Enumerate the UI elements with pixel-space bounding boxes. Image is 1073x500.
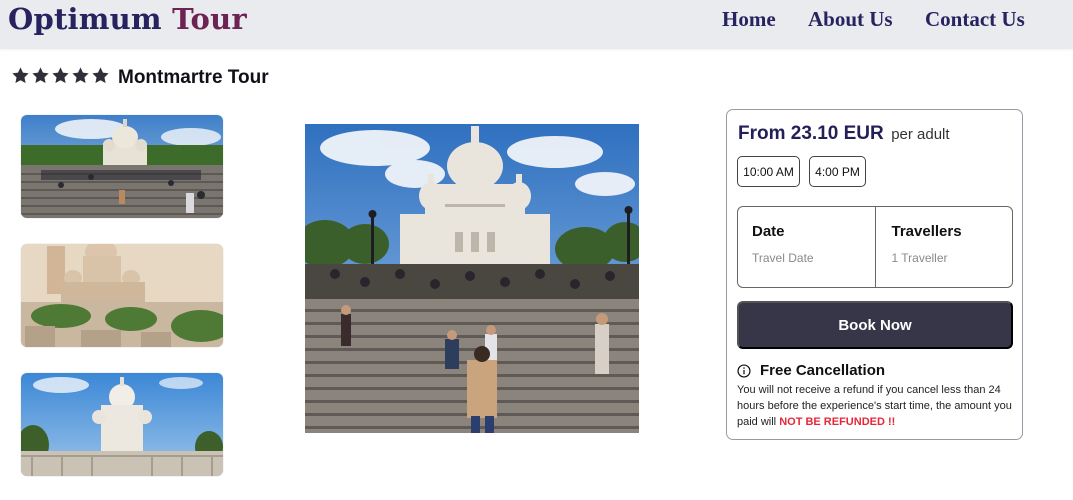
thumbnail-3[interactable] [21, 373, 223, 476]
travellers-picker[interactable]: Travellers 1 Traveller [874, 207, 1013, 287]
logo-word-optimum: Optimum [8, 2, 162, 36]
travellers-label: Travellers [891, 223, 962, 240]
nav-home-link[interactable]: Home [722, 7, 776, 32]
thumbnail-1[interactable] [21, 115, 223, 218]
basilica-terrace-photo [21, 373, 223, 476]
star-icon [92, 67, 109, 83]
time-slot-4pm-button[interactable]: 4:00 PM [809, 156, 866, 187]
star-icon [12, 67, 29, 83]
free-cancellation-heading: Free Cancellation [737, 362, 885, 379]
thumbnail-2[interactable] [21, 244, 223, 347]
price: From 23.10 EUR [738, 123, 884, 144]
basilica-steps-photo [21, 115, 223, 218]
cancellation-policy-text: You will not receive a refund if you can… [737, 382, 1017, 430]
rating-stars [11, 66, 110, 85]
main-tour-photo[interactable] [305, 124, 639, 433]
date-placeholder: Travel Date [752, 251, 814, 265]
site-header: Optimum Tour Home About Us Contact Us [0, 0, 1073, 49]
logo-word-tour: Tour [172, 2, 247, 36]
basilica-cityscape-photo [21, 244, 223, 347]
tour-title: Montmartre Tour [118, 67, 269, 88]
date-label: Date [752, 223, 785, 240]
price-row: From 23.10 EUR per adult [738, 123, 950, 145]
nav-about-link[interactable]: About Us [808, 7, 893, 32]
travellers-value: 1 Traveller [891, 251, 948, 265]
info-icon [737, 363, 751, 378]
not-refunded-warning: NOT BE REFUNDED !! [779, 416, 896, 428]
star-icon [72, 67, 89, 83]
date-travellers-selector: Date Travel Date Travellers 1 Traveller [737, 206, 1013, 288]
star-icon [52, 67, 69, 83]
nav-contact-link[interactable]: Contact Us [925, 7, 1025, 32]
booking-card: From 23.10 EUR per adult 10:00 AM 4:00 P… [726, 109, 1023, 440]
price-unit: per adult [891, 126, 950, 143]
book-now-button[interactable]: Book Now [737, 301, 1013, 349]
star-icon [32, 67, 49, 83]
sacre-coeur-photo [305, 124, 639, 433]
date-picker[interactable]: Date Travel Date [738, 207, 875, 287]
free-cancellation-title: Free Cancellation [760, 362, 886, 379]
time-slot-10am-button[interactable]: 10:00 AM [737, 156, 800, 187]
site-logo[interactable]: Optimum Tour [8, 2, 247, 36]
